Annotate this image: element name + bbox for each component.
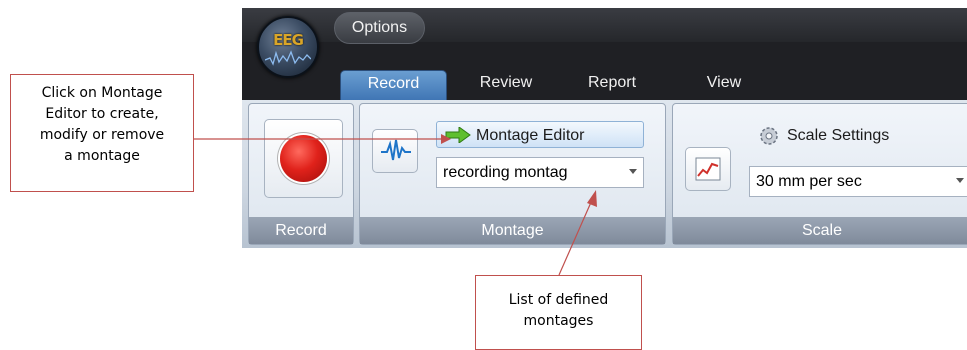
montage-waveform-button[interactable] [372, 129, 418, 173]
callout-line: List of defined [508, 292, 609, 308]
waveform-icon [265, 50, 311, 66]
montage-editor-label: Montage Editor [476, 127, 585, 144]
record-icon [280, 135, 327, 182]
montage-group-label: Montage [360, 217, 665, 244]
montage-group: Montage Editor recording montag Montage [359, 103, 666, 245]
logo-text: EEG [273, 31, 304, 49]
tab-report[interactable]: Report [572, 70, 652, 100]
callout-line: modify or remove [39, 127, 165, 143]
montage-editor-button[interactable]: Montage Editor [436, 121, 644, 148]
app-logo-button[interactable]: EEG [257, 16, 319, 78]
callout-line: a montage [64, 148, 140, 164]
montage-select[interactable]: recording montag [436, 157, 644, 188]
eeg-app-window: EEG Options Record Review Report View Re… [242, 8, 967, 248]
arrow-right-icon [445, 127, 471, 143]
callout-line: Click on Montage [41, 85, 163, 101]
callout-montage-list: List of defined montages [475, 275, 642, 350]
tab-review[interactable]: Review [466, 70, 546, 100]
record-group-label: Record [249, 217, 353, 244]
scale-settings-label: Scale Settings [787, 127, 890, 144]
scale-select[interactable]: 30 mm per sec [749, 166, 967, 197]
record-button[interactable] [264, 119, 343, 198]
callout-line: montages [523, 313, 594, 329]
scale-group: Scale Settings 30 mm per sec Scale [672, 103, 967, 245]
scale-select-value: 30 mm per sec [756, 173, 862, 190]
options-menu-button[interactable]: Options [334, 12, 425, 44]
chevron-down-icon [629, 169, 637, 174]
ribbon-panel: Record Montage Editor recording montag M… [242, 100, 967, 248]
callout-montage-editor: Click on Montage Editor to create, modif… [10, 74, 194, 192]
tab-view[interactable]: View [694, 70, 754, 100]
montage-select-value: recording montag [443, 164, 568, 181]
waveform-icon [381, 139, 411, 161]
scale-settings-button[interactable]: Scale Settings [755, 122, 955, 149]
chart-icon [695, 157, 721, 181]
scale-group-label: Scale [673, 217, 967, 244]
callout-line: Editor to create, [45, 106, 159, 122]
tab-record[interactable]: Record [340, 70, 447, 100]
scale-chart-button[interactable] [685, 147, 731, 191]
record-group: Record [248, 103, 354, 245]
gear-icon [760, 127, 778, 145]
chevron-down-icon [956, 178, 964, 183]
